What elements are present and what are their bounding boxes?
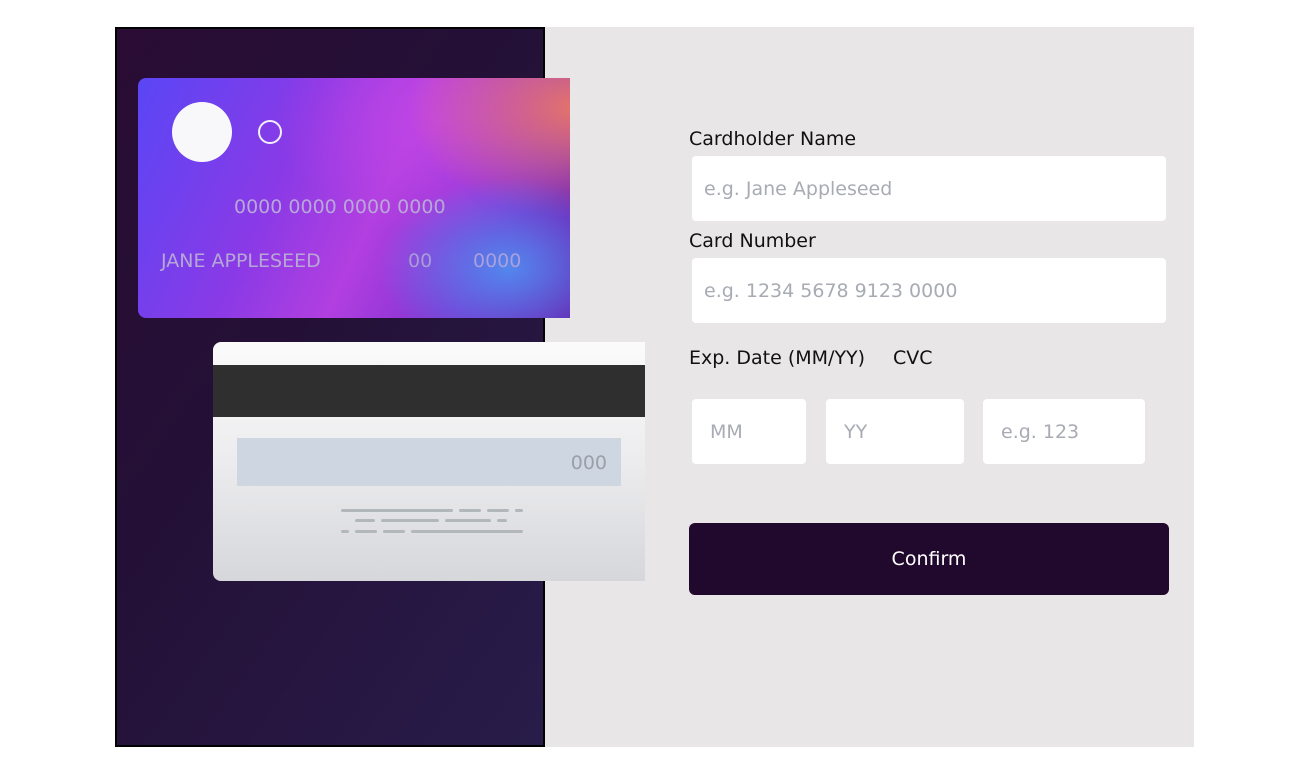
card-number-label: Card Number [689, 230, 816, 252]
cardholder-name-input[interactable] [692, 156, 1166, 221]
magnetic-stripe [213, 365, 645, 417]
card-exp-month-display: 00 [408, 250, 433, 272]
exp-year-input[interactable] [826, 399, 964, 464]
card-number-display: 0000 0000 0000 0000 [234, 196, 446, 218]
cardholder-name-label: Cardholder Name [689, 128, 857, 150]
card-back: 000 [213, 342, 645, 581]
confirm-button[interactable]: Confirm [689, 523, 1169, 595]
card-front: 0000 0000 0000 0000 JANE APPLESEED 00 00… [138, 78, 570, 318]
card-logo-ring-icon [258, 120, 282, 144]
cvc-label: CVC [893, 347, 933, 369]
exp-date-label: Exp. Date (MM/YY) [689, 347, 866, 369]
card-name-display: JANE APPLESEED [161, 250, 321, 272]
card-cvc-display: 000 [570, 452, 607, 474]
card-number-input[interactable] [692, 258, 1166, 323]
card-logo-circle-icon [172, 102, 232, 162]
card-exp-year-display: 0000 [473, 250, 522, 272]
cvc-input[interactable] [983, 399, 1145, 464]
exp-month-input[interactable] [692, 399, 806, 464]
signature-strip [237, 438, 621, 486]
card-back-pattern [341, 509, 527, 539]
